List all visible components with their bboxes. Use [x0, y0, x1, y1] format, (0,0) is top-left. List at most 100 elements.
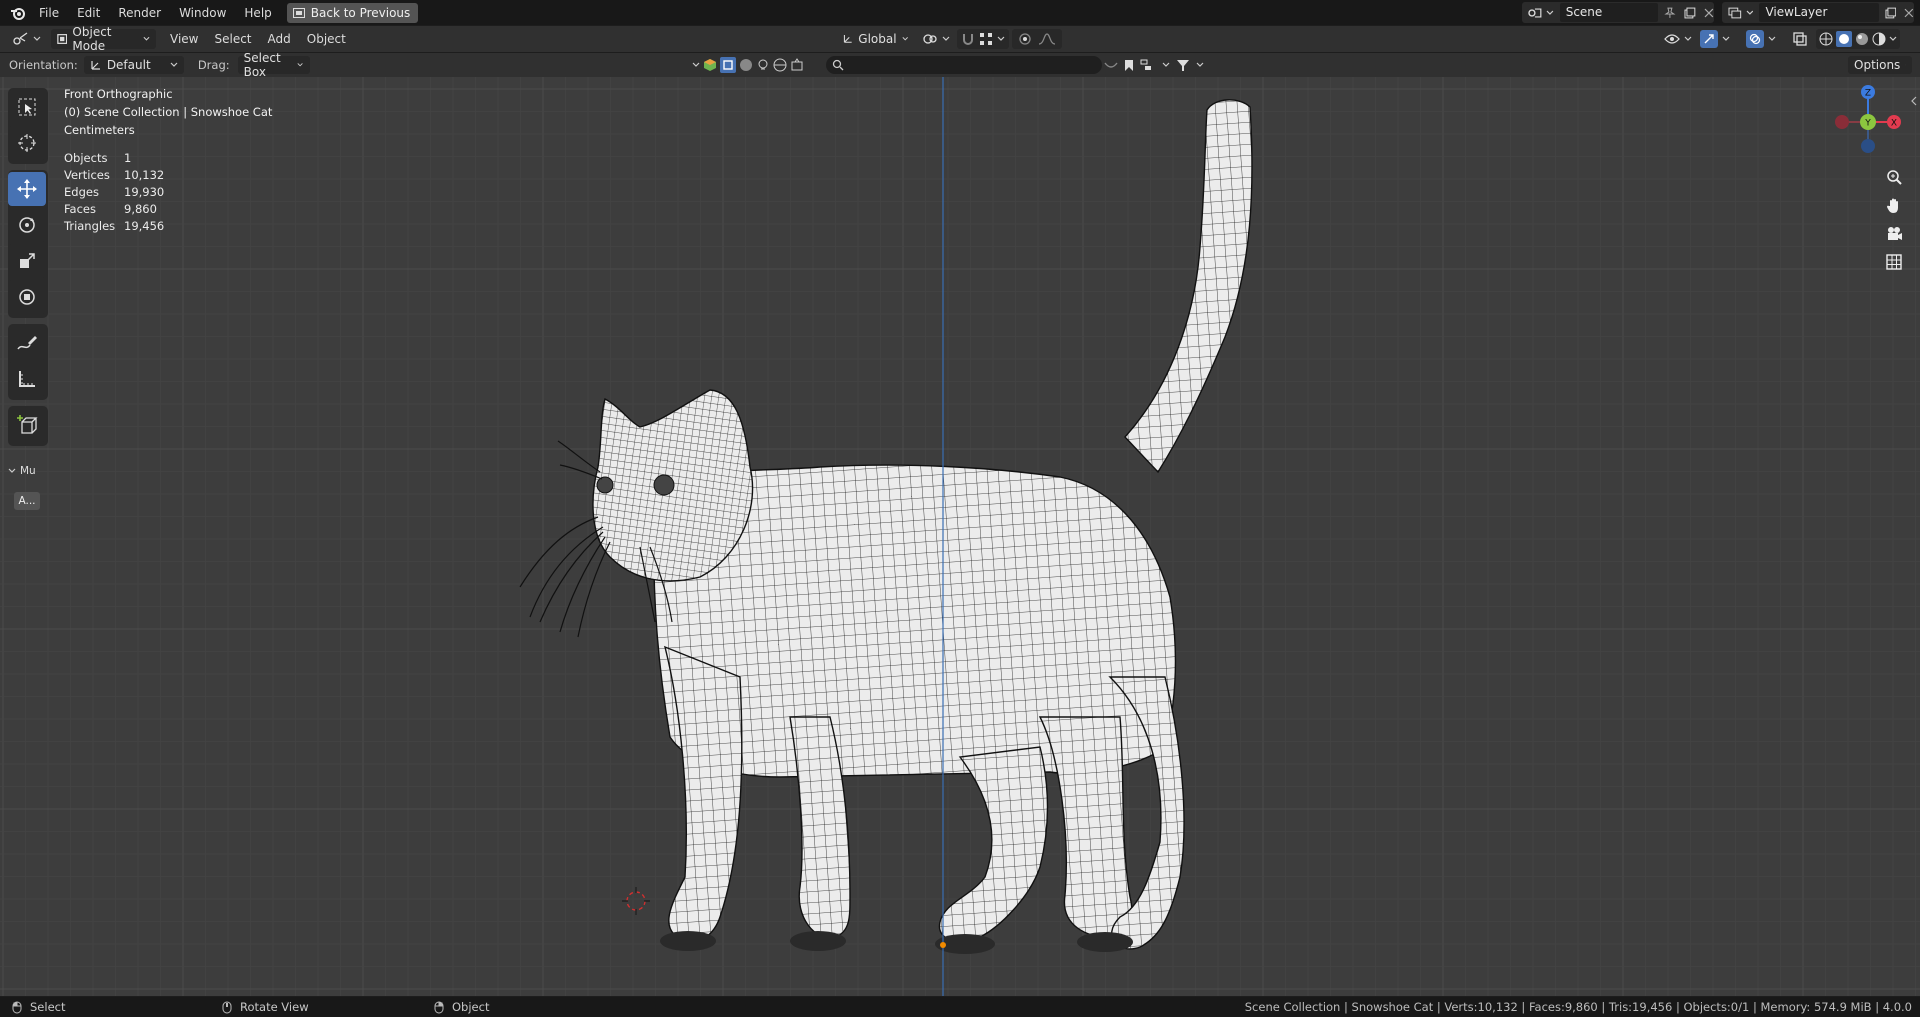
status-hint-select: Select [12, 1000, 65, 1014]
xray-toggle-icon[interactable] [1792, 31, 1808, 47]
collection-line: (0) Scene Collection | Snowshoe Cat [64, 105, 273, 119]
cursor-tool[interactable] [8, 126, 46, 160]
menu-edit[interactable]: Edit [68, 2, 109, 24]
pivot-point-dropdown[interactable] [922, 32, 950, 46]
duplicate-view-layer-icon[interactable] [1885, 7, 1897, 19]
visibility-dropdown[interactable] [1664, 33, 1692, 45]
falloff-curve-icon[interactable] [1038, 32, 1056, 46]
cat-tail [1124, 99, 1253, 474]
blender-logo-icon[interactable] [6, 1, 30, 25]
stat-row: Triangles 19,456 [64, 218, 164, 235]
proportional-editing-controls[interactable] [1012, 29, 1062, 49]
drag-dropdown[interactable]: Select Box [237, 51, 310, 79]
view-name: Front Orthographic [64, 87, 173, 101]
menu-help[interactable]: Help [235, 2, 280, 24]
close-scene-icon[interactable] [1704, 8, 1714, 18]
sort-icon[interactable] [1140, 59, 1156, 72]
orientation-value: Default [106, 58, 151, 72]
view-layer-selector[interactable]: ViewLayer [1722, 2, 1914, 23]
viewport-search-input[interactable] [826, 56, 1102, 74]
viewport-nav-buttons [1885, 169, 1903, 271]
light-filter-icon[interactable] [756, 58, 770, 72]
stat-row: Edges 19,930 [64, 184, 164, 201]
bookmark-icon[interactable] [1124, 59, 1134, 72]
filter-funnel-icon[interactable] [1176, 59, 1190, 72]
back-to-previous-button[interactable]: Back to Previous [286, 2, 419, 23]
orientation-dropdown[interactable]: Default [83, 56, 184, 74]
drag-value: Select Box [243, 51, 281, 79]
back-to-previous-label: Back to Previous [310, 5, 411, 20]
menu-window[interactable]: Window [170, 2, 235, 24]
measure-tool[interactable] [8, 362, 46, 396]
overlays-toggle[interactable] [1746, 30, 1776, 48]
object-mode-dropdown[interactable]: Object Mode [51, 25, 156, 53]
material-filter-icon[interactable] [739, 58, 753, 72]
menu-file[interactable]: File [30, 2, 68, 24]
rotate-tool[interactable] [8, 208, 46, 242]
stat-label: Objects [64, 151, 108, 165]
3d-viewport[interactable]: Z X Y [0, 77, 1920, 996]
viewport-info-overlay: Front Orthographic (0) Scene Collection … [64, 85, 272, 139]
pan-hand-icon[interactable] [1885, 197, 1903, 215]
top-menu-bar: File Edit Render Window Help Back to Pre… [0, 0, 1920, 25]
orientation-label: Orientation: [9, 58, 78, 72]
toolbar-collapsed-panel[interactable]: Mu [8, 462, 48, 480]
proportional-editing-icon[interactable] [1018, 32, 1032, 46]
camera-view-icon[interactable] [1885, 225, 1903, 243]
gizmo-toggle[interactable] [1700, 30, 1730, 48]
snap-increment-icon[interactable] [979, 32, 993, 46]
world-filter-icon[interactable] [773, 58, 787, 72]
tool-shelf: Mu A... [8, 88, 48, 510]
wireframe-shading-icon[interactable] [1819, 32, 1833, 46]
overlays-icon[interactable] [1746, 30, 1764, 48]
duplicate-scene-icon[interactable] [1684, 7, 1696, 19]
gizmo-icon[interactable] [1700, 30, 1718, 48]
rotate-icon [19, 217, 35, 233]
transform-tool[interactable] [8, 280, 46, 314]
material-preview-shading-icon[interactable] [1855, 32, 1869, 46]
annotate-tool[interactable] [8, 326, 46, 360]
transform-orientation-label: Global [858, 32, 897, 46]
object-types-icon[interactable] [703, 58, 717, 72]
navigation-gizmo[interactable]: Z X Y [1828, 82, 1908, 157]
object-type-filters[interactable] [692, 57, 804, 73]
transform-orientation-dropdown[interactable]: Global [836, 29, 914, 49]
rendered-shading-icon[interactable] [1872, 32, 1886, 46]
scene-selector[interactable]: Scene [1522, 2, 1714, 23]
menu-render[interactable]: Render [109, 2, 170, 24]
shading-modes[interactable] [1816, 29, 1900, 49]
drag-label: Drag: [197, 58, 230, 72]
ortho-grid-icon[interactable] [1885, 253, 1903, 271]
add-cube-tool[interactable] [8, 408, 46, 442]
snowshoe-cat-mesh[interactable] [0, 77, 1920, 996]
pin-icon[interactable] [1664, 7, 1676, 19]
editor-type-selector[interactable] [8, 29, 45, 49]
mesh-filter-icon[interactable] [720, 57, 736, 73]
zoom-icon[interactable] [1885, 169, 1903, 187]
scene-name-field[interactable]: Scene [1559, 3, 1659, 22]
orientation-axes-icon [843, 34, 852, 43]
status-bar: Select Rotate View Object Scene Collecti… [0, 997, 1920, 1017]
snap-controls[interactable] [957, 29, 1009, 49]
header-menu-add[interactable]: Add [260, 32, 299, 46]
header-menu-object[interactable]: Object [299, 32, 354, 46]
header-menu-view[interactable]: View [162, 32, 206, 46]
search-options[interactable] [1104, 59, 1204, 72]
toolbar-action-button[interactable]: A... [14, 492, 40, 510]
move-tool[interactable] [8, 172, 46, 206]
options-dropdown[interactable]: Options [1848, 56, 1912, 74]
cat-back-leg-far [1038, 716, 1133, 938]
toolbar-collapsed-label: Mu [20, 465, 36, 477]
scale-tool[interactable] [8, 244, 46, 278]
camera-filter-icon[interactable] [790, 58, 804, 72]
header-menu-select[interactable]: Select [206, 32, 259, 46]
solid-shading-icon[interactable] [1836, 31, 1852, 47]
snap-magnet-icon[interactable] [961, 32, 975, 46]
close-view-layer-icon[interactable] [1904, 8, 1914, 18]
sidebar-toggle-icon[interactable] [1910, 95, 1918, 109]
select-box-tool[interactable] [8, 90, 46, 124]
view-layer-name-field[interactable]: ViewLayer [1759, 3, 1879, 22]
match-case-icon[interactable] [1104, 59, 1118, 71]
mouse-right-icon [434, 1001, 444, 1013]
stat-row: Objects 1 [64, 150, 164, 167]
